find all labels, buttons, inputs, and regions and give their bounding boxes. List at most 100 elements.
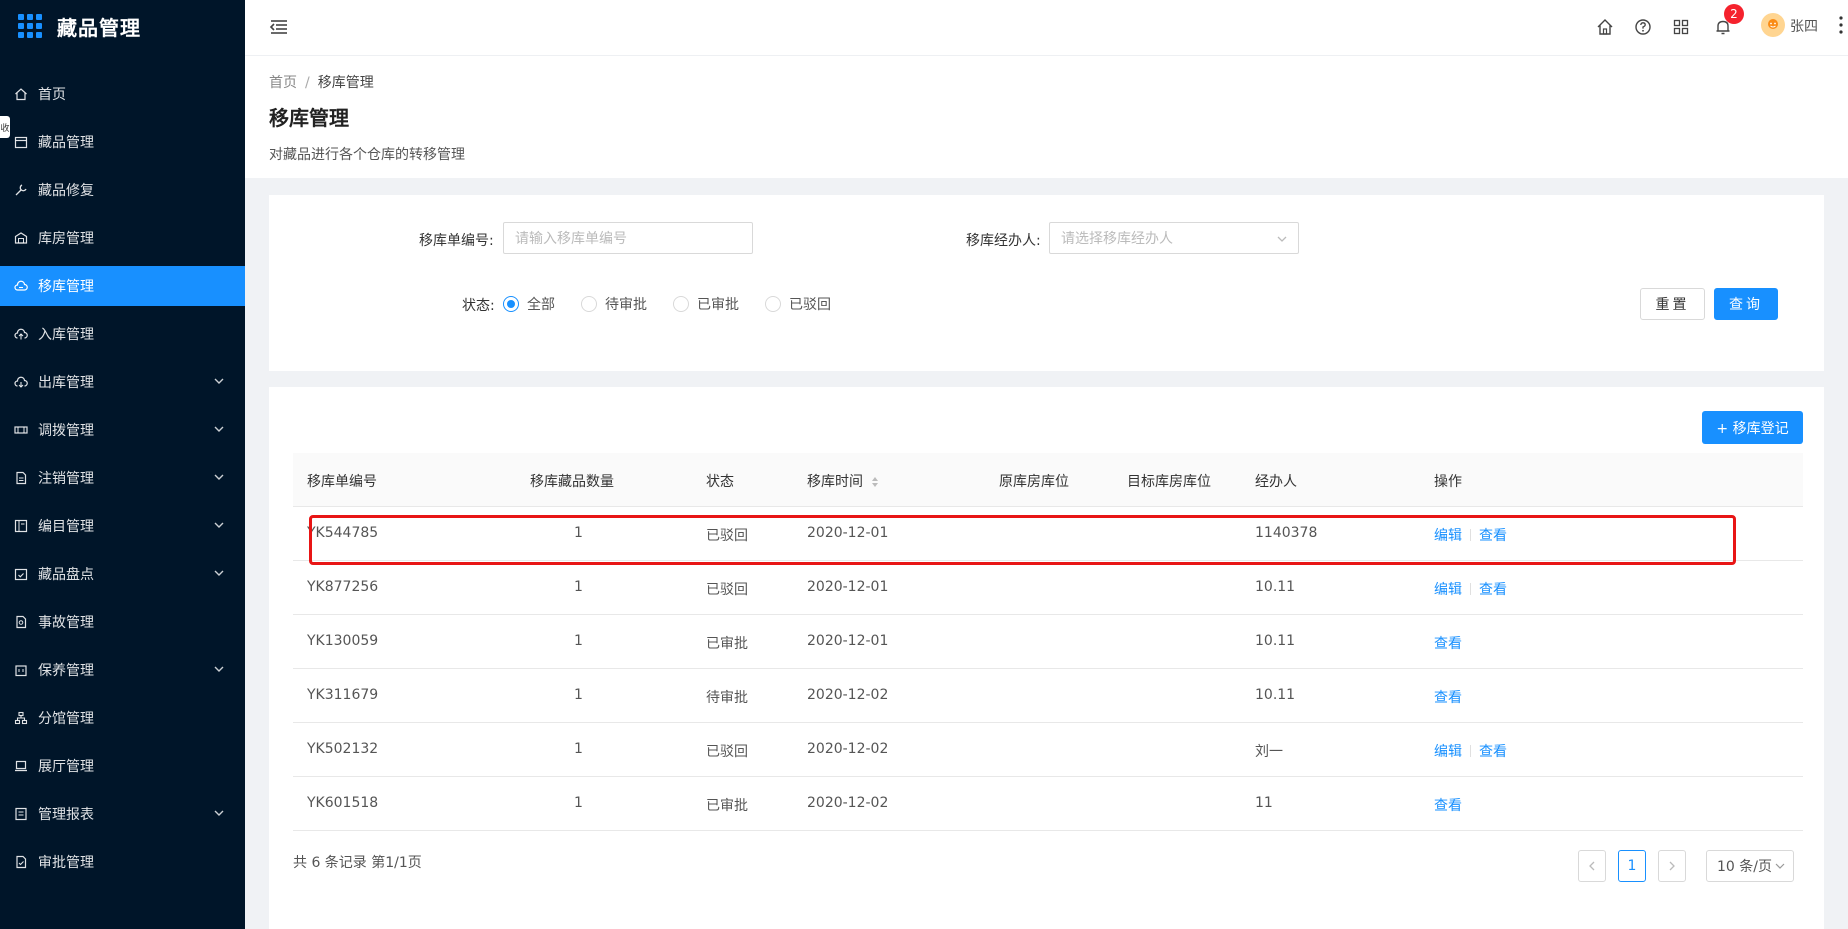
sidebar-item-3[interactable]: 库房管理 xyxy=(0,218,245,258)
handler-select[interactable]: 请选择移库经办人 xyxy=(1049,222,1299,254)
radio-circle[interactable] xyxy=(581,296,597,312)
laptop-icon xyxy=(14,759,28,773)
sidebar-menu: 首页藏品管理藏品修复库房管理移库管理入库管理出库管理调拨管理注销管理编目管理藏品… xyxy=(0,74,245,882)
breadcrumb-home[interactable]: 首页 xyxy=(269,75,297,91)
view-link[interactable]: 查看 xyxy=(1479,741,1507,761)
column-header-2: 状态 xyxy=(706,471,734,491)
column-header-3[interactable]: 移库时间 xyxy=(807,471,879,491)
sidebar-item-15[interactable]: 管理报表 xyxy=(0,794,245,834)
page-title: 移库管理 xyxy=(269,106,349,130)
order-no-input[interactable]: 请输入移库单编号 xyxy=(503,222,753,254)
status-radio-label: 全部 xyxy=(527,297,555,313)
row-highlight-box xyxy=(309,515,1736,565)
sidebar-item-4[interactable]: 移库管理 xyxy=(0,266,245,306)
sidebar-item-label: 藏品修复 xyxy=(38,183,94,199)
cell-actions: 查看 xyxy=(1434,633,1462,653)
home-icon[interactable] xyxy=(1596,18,1614,36)
cell-time: 2020-12-02 xyxy=(807,741,889,757)
column-header-7: 操作 xyxy=(1434,471,1462,491)
sidebar-item-1[interactable]: 藏品管理 xyxy=(0,122,245,162)
sidebar-item-11[interactable]: 事故管理 xyxy=(0,602,245,642)
cell-actions: 查看 xyxy=(1434,795,1462,815)
cell-time: 2020-12-02 xyxy=(807,795,889,811)
breadcrumb-separator: / xyxy=(305,75,310,91)
reset-button[interactable]: 重置 xyxy=(1640,288,1705,320)
chevron-down-icon xyxy=(214,522,224,528)
sidebar-item-6[interactable]: 出库管理 xyxy=(0,362,245,402)
view-link[interactable]: 查看 xyxy=(1434,795,1462,815)
sort-icon[interactable] xyxy=(871,476,879,488)
add-transfer-button[interactable]: + 移库登记 xyxy=(1702,411,1803,444)
sidebar-item-12[interactable]: 保养管理 xyxy=(0,650,245,690)
breadcrumb-current: 移库管理 xyxy=(317,75,374,91)
radio-circle[interactable] xyxy=(503,296,519,312)
chevron-left-icon xyxy=(1589,861,1595,871)
username[interactable]: 张四 xyxy=(1790,16,1818,36)
sidebar-item-5[interactable]: 入库管理 xyxy=(0,314,245,354)
chevron-right-icon xyxy=(1669,861,1675,871)
breadcrumb: 首页 / 移库管理 xyxy=(269,72,374,92)
menu-fold-icon[interactable] xyxy=(269,17,289,37)
sidebar-item-10[interactable]: 藏品盘点 xyxy=(0,554,245,594)
action-divider xyxy=(1470,583,1471,595)
prev-page-button[interactable] xyxy=(1578,850,1606,882)
page-size-select[interactable]: 10 条/页 xyxy=(1706,850,1794,882)
column-header-label: 移库藏品数量 xyxy=(530,474,614,490)
table-row: YK130059 1 已审批 2020-12-01 10.11 查看 xyxy=(293,615,1803,669)
status-radio-label: 待审批 xyxy=(605,297,647,313)
sidebar-item-16[interactable]: 审批管理 xyxy=(0,842,245,882)
status-radio-1[interactable]: 待审批 xyxy=(581,294,647,314)
column-header-5: 目标库房库位 xyxy=(1127,471,1211,491)
edit-link[interactable]: 编辑 xyxy=(1434,579,1462,599)
sidebar: 藏品管理 首页 藏品管理 藏品修复 库房管理 移库管理 入库管理 出库管理 调拨管理 注销管理编… xyxy=(0,0,245,929)
status-radio-group: 全部 待审批 已审批 已驳回 xyxy=(503,294,857,314)
apps-icon[interactable] xyxy=(1672,18,1690,36)
transfer-table: 移库单编号 移库藏品数量 状态 移库时间 原库房库位 目标库房库位 经办人 操作 YK5447… xyxy=(293,453,1803,831)
column-header-0: 移库单编号 xyxy=(307,471,377,491)
sidebar-collapse-tab[interactable]: 收 xyxy=(0,116,10,138)
radio-circle[interactable] xyxy=(765,296,781,312)
action-divider xyxy=(1470,745,1471,757)
sidebar-item-2[interactable]: 藏品修复 xyxy=(0,170,245,210)
page-size-value: 10 条/页 xyxy=(1717,859,1772,875)
top-header: 2 张四 xyxy=(245,0,1848,56)
sidebar-item-8[interactable]: 注销管理 xyxy=(0,458,245,498)
chevron-down-icon xyxy=(214,570,224,576)
sidebar-item-0[interactable]: 首页 xyxy=(0,74,245,114)
report-icon xyxy=(14,807,28,821)
radio-circle[interactable] xyxy=(673,296,689,312)
status-radio-2[interactable]: 已审批 xyxy=(673,294,739,314)
page-1-button[interactable]: 1 xyxy=(1618,850,1646,882)
sidebar-item-7[interactable]: 调拨管理 xyxy=(0,410,245,450)
sidebar-item-label: 调拨管理 xyxy=(38,423,94,439)
help-icon[interactable] xyxy=(1634,18,1652,36)
file-icon xyxy=(14,471,28,485)
view-link[interactable]: 查看 xyxy=(1434,633,1462,653)
cell-handler: 10.11 xyxy=(1255,579,1296,595)
calendar-check-icon xyxy=(14,567,28,581)
avatar[interactable] xyxy=(1761,13,1785,37)
query-button[interactable]: 查询 xyxy=(1714,288,1778,320)
more-vertical-icon[interactable] xyxy=(1838,14,1844,36)
sidebar-item-14[interactable]: 展厅管理 xyxy=(0,746,245,786)
cell-status: 待审批 xyxy=(706,690,748,706)
cell-time: 2020-12-01 xyxy=(807,579,889,595)
column-header-label: 操作 xyxy=(1434,474,1462,490)
edit-link[interactable]: 编辑 xyxy=(1434,741,1462,761)
search-form: 移库单编号: 请输入移库单编号 移库经办人: 请选择移库经办人 状态: 全部 待审… xyxy=(269,195,1824,371)
cloud-download-icon xyxy=(14,375,28,389)
column-header-label: 移库单编号 xyxy=(307,474,377,490)
view-link[interactable]: 查看 xyxy=(1479,579,1507,599)
order-no-label: 移库单编号: xyxy=(419,233,494,249)
column-header-label: 目标库房库位 xyxy=(1127,474,1211,490)
status-radio-3[interactable]: 已驳回 xyxy=(765,294,831,314)
status-radio-0[interactable]: 全部 xyxy=(503,294,555,314)
wrench-icon xyxy=(14,183,28,197)
user-avatar-icon xyxy=(1768,19,1778,29)
sidebar-item-13[interactable]: 分馆管理 xyxy=(0,698,245,738)
sidebar-item-9[interactable]: 编目管理 xyxy=(0,506,245,546)
view-link[interactable]: 查看 xyxy=(1434,687,1462,707)
table-row: YK877256 1 已驳回 2020-12-01 10.11 编辑 查看 xyxy=(293,561,1803,615)
logo[interactable]: 藏品管理 xyxy=(0,0,245,52)
next-page-button[interactable] xyxy=(1658,850,1686,882)
